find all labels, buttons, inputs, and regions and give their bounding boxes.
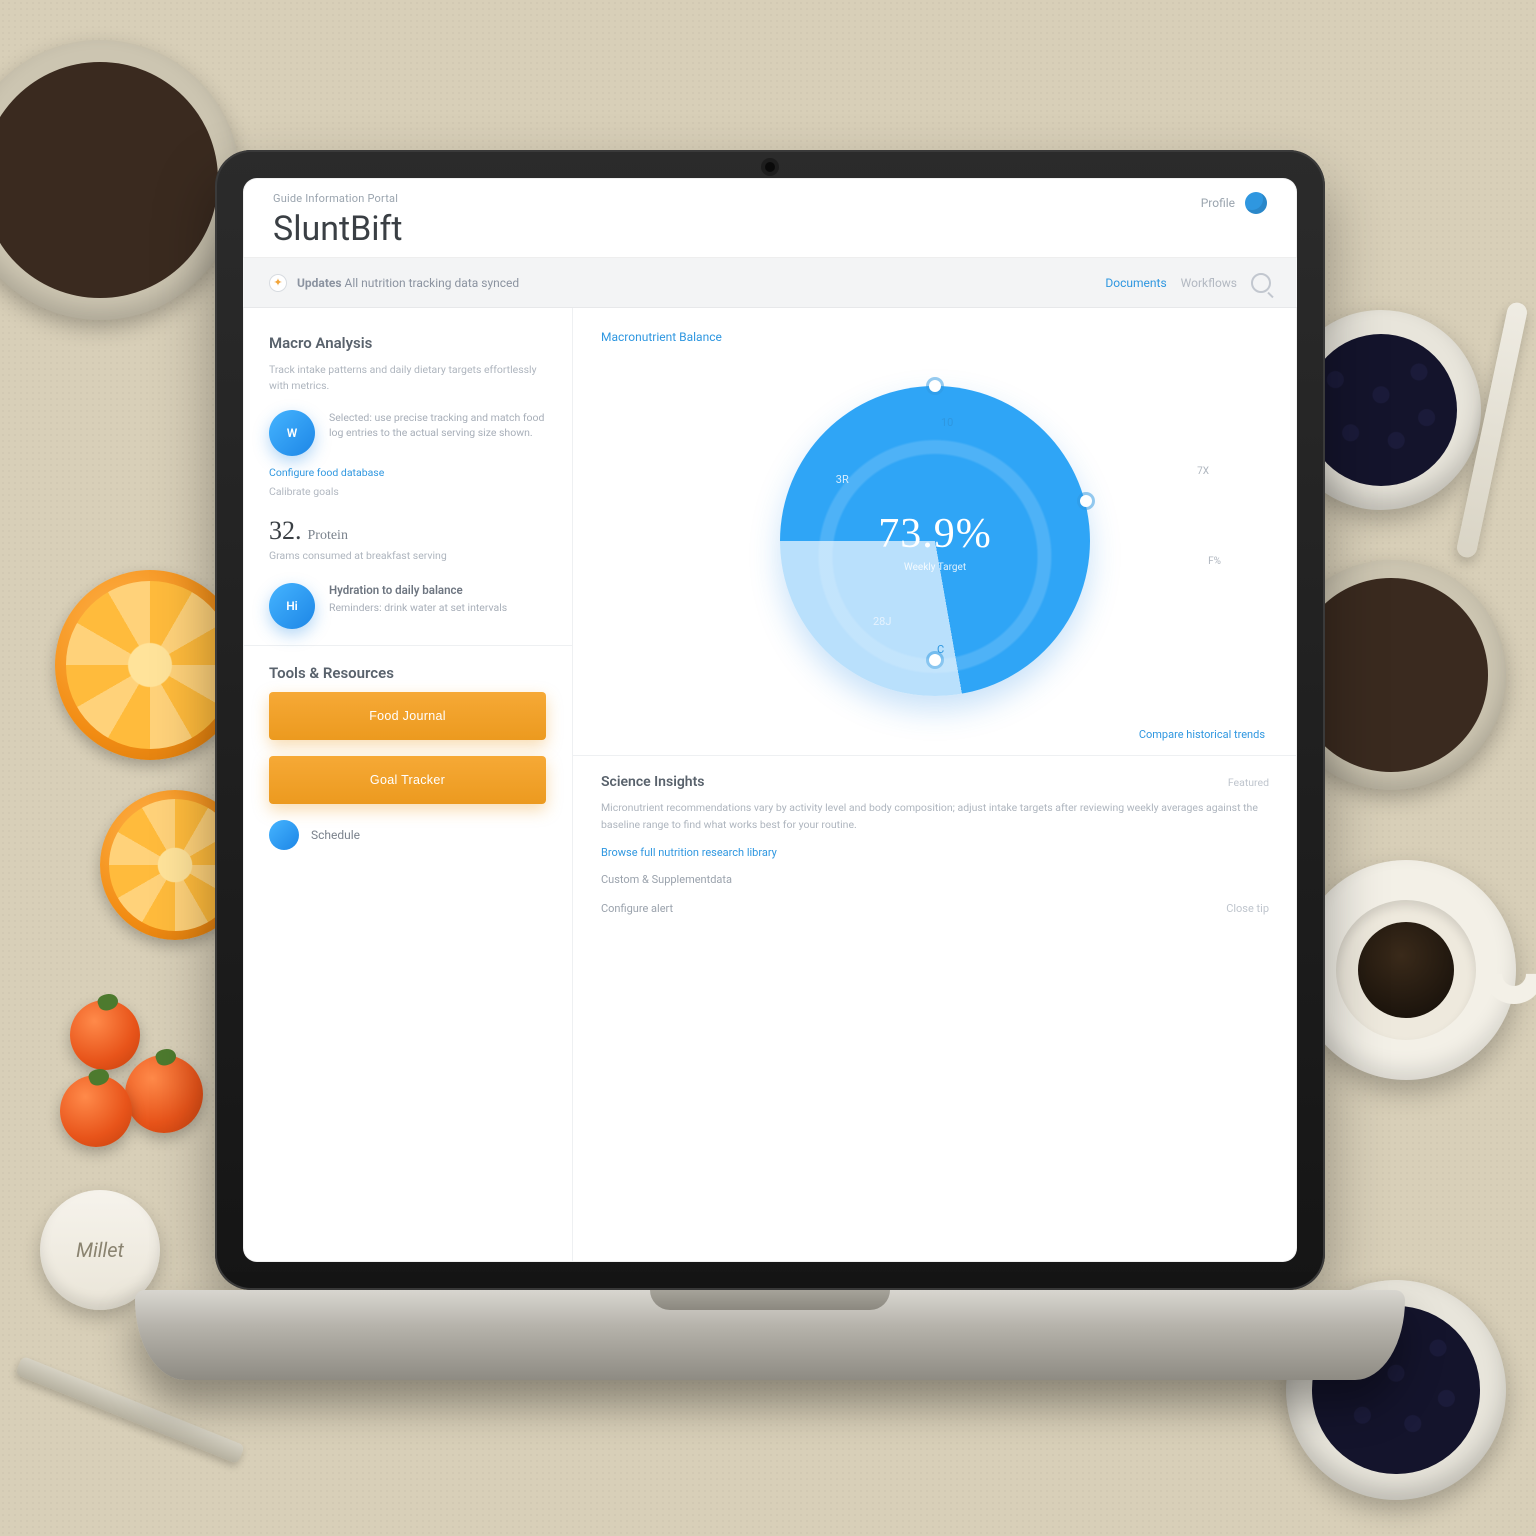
lower-foot-left[interactable]: Configure alert bbox=[601, 902, 673, 915]
sidebar-link-calibrate[interactable]: Calibrate goals bbox=[269, 485, 546, 498]
sidebar-big-number: 32. Protein bbox=[269, 516, 546, 546]
globe-icon[interactable] bbox=[1245, 192, 1267, 214]
sidebar-item-schedule[interactable]: Schedule bbox=[269, 820, 546, 850]
dot-icon bbox=[269, 820, 299, 850]
status-icon: ✦ bbox=[269, 274, 287, 292]
chart-center-label: Weekly Target bbox=[904, 562, 966, 573]
header-profile-link[interactable]: Profile bbox=[1201, 196, 1235, 210]
goal-tracker-button[interactable]: Goal Tracker bbox=[269, 756, 546, 804]
meta-bar: ✦ Updates All nutrition tracking data sy… bbox=[243, 258, 1297, 308]
chart-tick: F% bbox=[1208, 556, 1221, 567]
chart-marker bbox=[929, 380, 941, 392]
metric-text: Selected: use precise tracking and match… bbox=[329, 410, 546, 442]
sidebar-metric-1: W Selected: use precise tracking and mat… bbox=[269, 410, 546, 456]
sidebar-section2-title: Tools & Resources bbox=[269, 664, 546, 682]
chart-marker bbox=[1080, 495, 1092, 507]
chart-footer-link[interactable]: Compare historical trends bbox=[601, 728, 1265, 741]
lower-subheading: Custom & Supplementdata bbox=[601, 873, 1269, 886]
status-text: All nutrition tracking data synced bbox=[345, 276, 520, 290]
sidebar-section-sub: Track intake patterns and daily dietary … bbox=[269, 362, 546, 394]
food-journal-button[interactable]: Food Journal bbox=[269, 692, 546, 740]
decor-tomato bbox=[60, 1075, 132, 1147]
main-panel: Macronutrient Balance 73.9% Weekly Targe… bbox=[573, 308, 1297, 1262]
chart-center-value: 73.9% bbox=[878, 510, 992, 558]
metabar-muted: Workflows bbox=[1181, 276, 1237, 290]
metric2-title: Hydration to daily balance bbox=[329, 583, 507, 597]
divider bbox=[243, 645, 572, 646]
lower-link[interactable]: Browse full nutrition research library bbox=[601, 846, 1269, 859]
status-prefix: Updates bbox=[297, 276, 342, 290]
progress-ring: 73.9% Weekly Target 3R 28J bbox=[780, 386, 1090, 696]
decor-tomato bbox=[125, 1055, 203, 1133]
big-number-unit: Protein bbox=[308, 528, 348, 543]
sidebar: Macro Analysis Track intake patterns and… bbox=[243, 308, 573, 1262]
chart-tick: 10 bbox=[941, 416, 953, 429]
sidebar-metric-2: Hi Hydration to daily balance Reminders:… bbox=[269, 583, 546, 629]
decor-tomato bbox=[70, 1000, 140, 1070]
app-header: Guide Information Portal SluntBift Profi… bbox=[243, 178, 1297, 258]
lower-section: Science Insights Featured Micronutrient … bbox=[601, 774, 1269, 915]
laptop-base bbox=[135, 1290, 1405, 1380]
decor-plant-pot bbox=[0, 40, 240, 320]
chart-heading: Macronutrient Balance bbox=[601, 330, 1269, 344]
chart-segment-label: 3R bbox=[836, 473, 849, 486]
chart-segment-label: 28J bbox=[873, 615, 891, 628]
sidebar-section-title: Macro Analysis bbox=[269, 334, 546, 352]
divider bbox=[573, 755, 1297, 756]
decor-coffee-cup bbox=[1296, 860, 1516, 1080]
laptop-screen-bezel: Guide Information Portal SluntBift Profi… bbox=[215, 150, 1325, 1290]
search-icon[interactable] bbox=[1251, 273, 1271, 293]
progress-chart: 73.9% Weekly Target 3R 28J 10 7X F% bbox=[601, 356, 1269, 726]
chart-tick: C bbox=[937, 643, 944, 656]
lower-title: Science Insights bbox=[601, 774, 705, 790]
metric2-text: Reminders: drink water at set intervals bbox=[329, 600, 507, 616]
lower-foot-right[interactable]: Close tip bbox=[1226, 902, 1269, 915]
metric-badge: W bbox=[269, 410, 315, 456]
laptop: Guide Information Portal SluntBift Profi… bbox=[215, 150, 1325, 1380]
header-eyebrow: Guide Information Portal bbox=[273, 192, 403, 205]
sidebar-link-configure[interactable]: Configure food database bbox=[269, 466, 546, 479]
metabar-link[interactable]: Documents bbox=[1105, 276, 1166, 290]
app-window: Guide Information Portal SluntBift Profi… bbox=[243, 178, 1297, 1262]
big-number-sub: Grams consumed at breakfast serving bbox=[269, 548, 546, 564]
metric-badge: Hi bbox=[269, 583, 315, 629]
app-brand: SluntBift bbox=[273, 209, 403, 249]
big-number-value: 32. bbox=[269, 516, 302, 545]
chart-tick: 7X bbox=[1197, 466, 1209, 477]
sidebar-item-label: Schedule bbox=[311, 828, 360, 842]
webcam-dot bbox=[765, 162, 775, 172]
lower-paragraph: Micronutrient recommendations vary by ac… bbox=[601, 800, 1269, 834]
lower-aside: Featured bbox=[1228, 776, 1269, 789]
